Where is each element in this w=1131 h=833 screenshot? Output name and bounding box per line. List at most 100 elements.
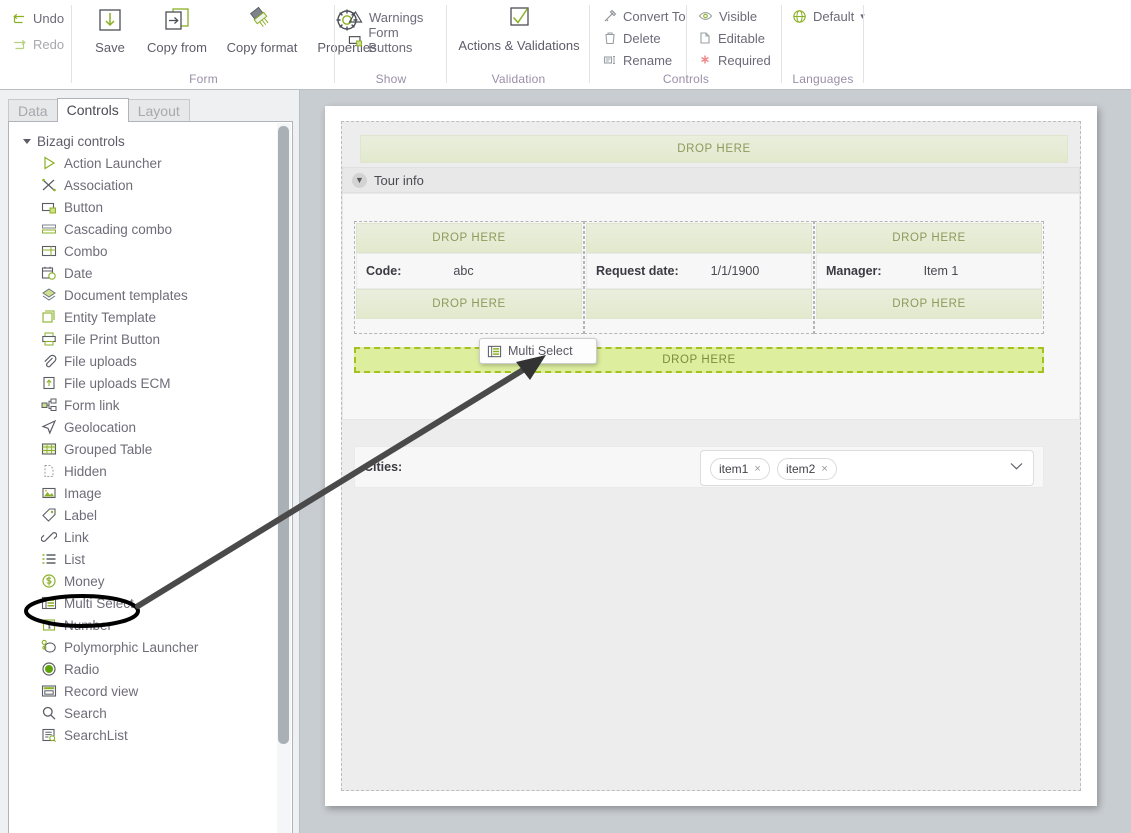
panel-tab-bar: Data Controls Layout (8, 98, 190, 122)
control-item-geolocation[interactable]: Geolocation (9, 416, 279, 438)
control-item-date[interactable]: Date (9, 262, 279, 284)
control-item-link[interactable]: Link (9, 526, 279, 548)
control-item-entity-template[interactable]: Entity Template (9, 306, 279, 328)
control-item-grouped-table[interactable]: Grouped Table (9, 438, 279, 460)
tab-layout[interactable]: Layout (127, 99, 190, 122)
save-button[interactable]: Save (78, 4, 142, 55)
field-grid: DROP HERE Code: abc DROP HERE Request da… (354, 221, 1044, 334)
asterisk-icon (701, 55, 709, 64)
redo-button[interactable]: Redo (8, 32, 68, 56)
control-item-record-view[interactable]: Record view (9, 680, 279, 702)
form-card: DROP HERE ▼ Tour info DROP HERE Code: ab… (325, 106, 1097, 806)
control-item-label: Form link (64, 397, 120, 413)
close-icon[interactable]: × (821, 463, 827, 475)
control-item-radio[interactable]: Radio (9, 658, 279, 680)
convert-to-button[interactable]: Convert To (599, 4, 690, 28)
radio-icon (42, 662, 56, 676)
form-buttons-label: Form Buttons (368, 25, 413, 55)
language-default-dropdown[interactable]: Default ▾ (788, 4, 869, 28)
dropzone-col3-bottom[interactable]: DROP HERE (816, 289, 1042, 319)
control-item-label: Geolocation (64, 419, 137, 435)
cities-multiselect-input[interactable]: item1 × item2 × (700, 450, 1034, 486)
calendar-clock-icon (41, 266, 56, 280)
copy-format-icon (249, 6, 269, 27)
dropzone-col1-top[interactable]: DROP HERE (356, 223, 582, 253)
controls-list-scrollbar-track[interactable] (277, 123, 291, 833)
chevron-down-icon: ▼ (352, 172, 367, 188)
dropzone-col3-top[interactable]: DROP HERE (816, 223, 1042, 253)
control-item-file-uploads[interactable]: File uploads (9, 350, 279, 372)
control-item-file-print-button[interactable]: File Print Button (9, 328, 279, 350)
control-item-search[interactable]: Search (9, 702, 279, 724)
control-item-document-templates[interactable]: Document templates (9, 284, 279, 306)
field-row-cities[interactable]: Cities: item1 × item2 × (354, 446, 1044, 488)
control-item-money[interactable]: Money (9, 570, 279, 592)
chip-item2[interactable]: item2 × (777, 458, 837, 480)
control-item-label-control[interactable]: Label (9, 504, 279, 526)
ribbon-group-show: Warnings Form Buttons Show (335, 0, 447, 89)
dropzone-active-drag-over[interactable]: DROP HERE (354, 347, 1044, 373)
control-item-number[interactable]: Number (9, 614, 279, 636)
control-item-label: Radio (64, 661, 100, 677)
money-dollar-icon (42, 574, 56, 588)
field-row-manager[interactable]: Manager: Item 1 (816, 253, 1042, 289)
actions-validations-label: Actions & Validations (458, 38, 580, 53)
control-item-label: Association (64, 177, 134, 193)
dropzone-col1-bottom[interactable]: DROP HERE (356, 289, 582, 319)
control-item-file-uploads-ecm[interactable]: File uploads ECM (9, 372, 279, 394)
control-item-cascading-combo[interactable]: Cascading combo (9, 218, 279, 240)
tab-controls[interactable]: Controls (56, 98, 129, 122)
controls-list-scrollbar-thumb[interactable] (278, 126, 289, 744)
chip-item1[interactable]: item1 × (710, 458, 770, 480)
control-item-label: Number (64, 617, 113, 633)
control-item-list[interactable]: List (9, 548, 279, 570)
control-item-association[interactable]: Association (9, 174, 279, 196)
control-item-hidden[interactable]: Hidden (9, 460, 279, 482)
control-item-multi-select[interactable]: Multi Select (9, 592, 279, 614)
grouped-table-icon (41, 443, 57, 455)
control-item-button[interactable]: Button (9, 196, 279, 218)
form-design-surface: DROP HERE ▼ Tour info DROP HERE Code: ab… (341, 121, 1081, 791)
control-item-label: Money (64, 573, 105, 589)
chip-label: item1 (719, 462, 749, 476)
cascading-combo-icon (42, 224, 56, 234)
magnifier-icon (42, 706, 56, 720)
ribbon-group-show-title: Show (375, 72, 407, 86)
rename-button[interactable]: Rename (599, 48, 676, 72)
control-item-searchlist[interactable]: SearchList (9, 724, 279, 746)
controls-list: Bizagi controls Action Launcher Associat… (8, 121, 293, 833)
actions-validations-button[interactable]: Actions & Validations (454, 4, 584, 53)
redo-icon (14, 39, 26, 49)
control-item-action-launcher[interactable]: Action Launcher (9, 152, 279, 174)
required-toggle[interactable]: Required (694, 48, 775, 72)
delete-button[interactable]: Delete (599, 26, 665, 50)
editable-toggle[interactable]: Editable (694, 26, 769, 50)
hidden-page-icon (44, 465, 54, 477)
dropzone-col2-bottom[interactable] (586, 289, 812, 319)
control-item-form-link[interactable]: Form link (9, 394, 279, 416)
field-row-code[interactable]: Code: abc (356, 253, 582, 289)
field-row-request-date[interactable]: Request date: 1/1/1900 (586, 253, 812, 289)
close-icon[interactable]: × (754, 463, 760, 475)
copy-format-button[interactable]: Copy format (218, 4, 306, 55)
controls-list-inner: Bizagi controls Action Launcher Associat… (9, 122, 279, 746)
list-icon (42, 554, 56, 564)
section-header-tour-info[interactable]: ▼ Tour info (342, 167, 1080, 193)
visible-toggle[interactable]: Visible (694, 4, 761, 28)
save-label: Save (95, 40, 125, 55)
control-item-polymorphic-launcher[interactable]: Polymorphic Launcher (9, 636, 279, 658)
section-body: DROP HERE Code: abc DROP HERE Request da… (342, 193, 1080, 488)
undo-icon (13, 13, 24, 23)
control-item-combo[interactable]: Combo (9, 240, 279, 262)
controls-group-bizagi[interactable]: Bizagi controls (9, 130, 279, 152)
dropzone-top[interactable]: DROP HERE (360, 135, 1068, 163)
dropzone-col2-top[interactable] (586, 223, 812, 253)
control-item-label: Document templates (64, 287, 188, 303)
control-item-image[interactable]: Image (9, 482, 279, 504)
chevron-down-icon[interactable] (1010, 462, 1023, 470)
form-buttons-button[interactable]: Form Buttons (344, 25, 447, 55)
number-one-icon (42, 619, 56, 631)
tab-data[interactable]: Data (8, 99, 58, 122)
copy-from-button[interactable]: Copy from (138, 4, 216, 55)
undo-button[interactable]: Undo (8, 6, 68, 30)
